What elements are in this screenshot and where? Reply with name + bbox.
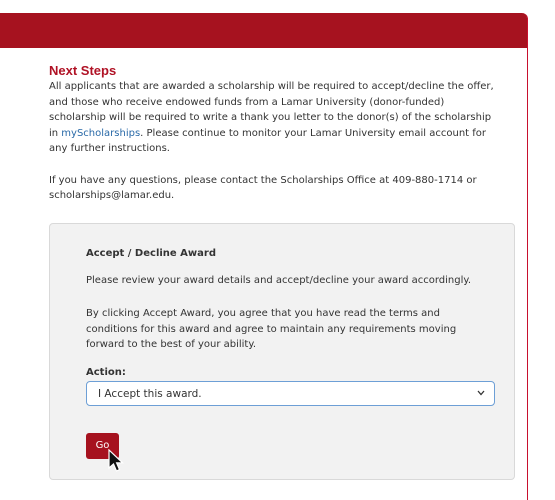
award-instructions: Please review your award details and acc… — [86, 275, 472, 286]
para-line: scholarship will be required to write a … — [49, 112, 492, 123]
para-line: All applicants that are awarded a schola… — [49, 81, 494, 92]
terms-line: By clicking Accept Award, you agree that… — [86, 308, 440, 319]
action-select[interactable]: I Accept this award. — [86, 381, 495, 406]
next-steps-title: Next Steps — [49, 63, 117, 78]
award-box-title: Accept / Decline Award — [86, 248, 216, 259]
para-line: If you have any questions, please contac… — [49, 174, 477, 186]
terms-line: forward to the best of your ability. — [86, 339, 257, 350]
accept-decline-award-box: Accept / Decline Award Please review you… — [49, 223, 515, 480]
myscholarships-link[interactable]: myScholarships — [61, 128, 140, 139]
para-line: in myScholarships. Please continue to mo… — [49, 126, 522, 142]
next-steps-paragraph: All applicants that are awarded a schola… — [49, 79, 522, 157]
para-line: scholarships@lamar.edu. — [49, 190, 175, 201]
scholarship-panel: Next Steps All applicants that are award… — [0, 13, 528, 500]
chevron-down-icon — [477, 390, 485, 396]
para-text: in — [49, 127, 62, 139]
terms-line: conditions for this award and agree to m… — [86, 323, 457, 335]
para-line: any further instructions. — [49, 143, 170, 154]
mouse-pointer-icon — [108, 449, 125, 472]
action-label: Action: — [86, 367, 126, 378]
contact-paragraph: If you have any questions, please contac… — [49, 173, 522, 204]
award-terms-text: By clicking Accept Award, you agree that… — [86, 306, 506, 353]
para-line: and those who receive endowed funds from… — [49, 96, 445, 108]
para-text: . Please continue to monitor your Lamar … — [140, 127, 487, 139]
next-steps-section: Next Steps All applicants that are award… — [0, 48, 522, 204]
panel-header-bar — [0, 13, 527, 48]
action-select-value: I Accept this award. — [98, 388, 202, 400]
